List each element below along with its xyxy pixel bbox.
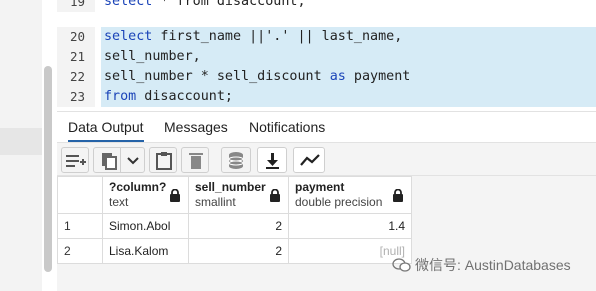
table-cell[interactable]: Lisa.Kalom <box>102 238 189 264</box>
delete-icon <box>189 153 203 169</box>
table-cell[interactable]: 1.4 <box>288 213 412 239</box>
column-name: sell_number <box>195 180 266 194</box>
save-data-button[interactable] <box>221 147 251 173</box>
table-cell[interactable]: 2 <box>188 238 289 264</box>
vertical-scrollbar[interactable] <box>44 66 52 272</box>
delete-button[interactable] <box>181 147 209 173</box>
code-line-21: 21 sell_number, <box>57 47 596 67</box>
paste-icon <box>156 152 172 170</box>
graph-icon <box>300 154 320 166</box>
code-line-20: 20 select first_name ||'.' || last_name, <box>57 27 596 47</box>
copy-icon <box>102 153 117 170</box>
line-number: 20 <box>57 27 95 47</box>
code-text: sell_number * sell_discount as payment <box>104 69 411 84</box>
line-number: 22 <box>57 67 95 87</box>
add-row-icon <box>66 155 86 167</box>
table-row[interactable]: 1 Simon.Abol 2 1.4 <box>57 213 412 239</box>
code-line-19: 19 select * from disaccount; <box>57 0 596 12</box>
results-toolbar <box>57 142 596 176</box>
paste-button[interactable] <box>149 147 177 173</box>
tab-messages[interactable]: Messages <box>164 112 228 142</box>
download-icon <box>266 153 279 169</box>
header-row: ?column? text sell_number smallint payme… <box>57 176 412 214</box>
column-header-sell-number[interactable]: sell_number smallint <box>188 176 289 214</box>
code-text: sell_number, <box>104 49 201 64</box>
table-cell[interactable]: Simon.Abol <box>102 213 189 239</box>
lock-icon <box>393 189 403 202</box>
left-panel <box>0 0 42 291</box>
table-cell[interactable]: 2 <box>188 213 289 239</box>
database-icon <box>228 152 244 169</box>
code-text: select first_name ||'.' || last_name, <box>104 29 403 44</box>
tab-data-output[interactable]: Data Output <box>68 112 144 142</box>
graph-button[interactable] <box>293 147 325 173</box>
column-name: payment <box>295 180 345 194</box>
column-type: smallint <box>195 195 236 209</box>
copy-button[interactable] <box>93 147 145 173</box>
download-button[interactable] <box>257 147 287 173</box>
column-type: double precision <box>295 195 383 209</box>
row-number[interactable]: 2 <box>57 238 103 264</box>
lock-icon <box>270 189 280 202</box>
code-line-23: 23 from disaccount; <box>57 87 596 107</box>
column-header-payment[interactable]: payment double precision <box>288 176 412 214</box>
column-header-column[interactable]: ?column? text <box>102 176 189 214</box>
lock-icon <box>170 189 180 202</box>
wechat-icon <box>392 258 411 272</box>
data-table: ?column? text sell_number smallint payme… <box>57 176 412 264</box>
table-row[interactable]: 2 Lisa.Kalom 2 [null] <box>57 238 412 264</box>
tab-notifications[interactable]: Notifications <box>249 112 325 142</box>
code-text: select * from disaccount; <box>104 0 306 9</box>
query-editor[interactable]: 19 select * from disaccount; 20 select f… <box>57 0 596 110</box>
row-number-header <box>57 176 103 214</box>
left-panel-highlight <box>0 128 42 155</box>
chevron-down-icon[interactable] <box>126 151 140 171</box>
code-text: from disaccount; <box>104 89 233 104</box>
line-number: 21 <box>57 47 95 67</box>
line-number: 23 <box>57 87 95 107</box>
row-number[interactable]: 1 <box>57 213 103 239</box>
code-line-22: 22 sell_number * sell_discount as paymen… <box>57 67 596 87</box>
watermark-text: 微信号: AustinDatabases <box>415 257 571 273</box>
add-row-button[interactable] <box>61 147 89 173</box>
results-tabs: Data Output Messages Notifications <box>57 111 596 142</box>
line-number: 19 <box>57 0 95 12</box>
